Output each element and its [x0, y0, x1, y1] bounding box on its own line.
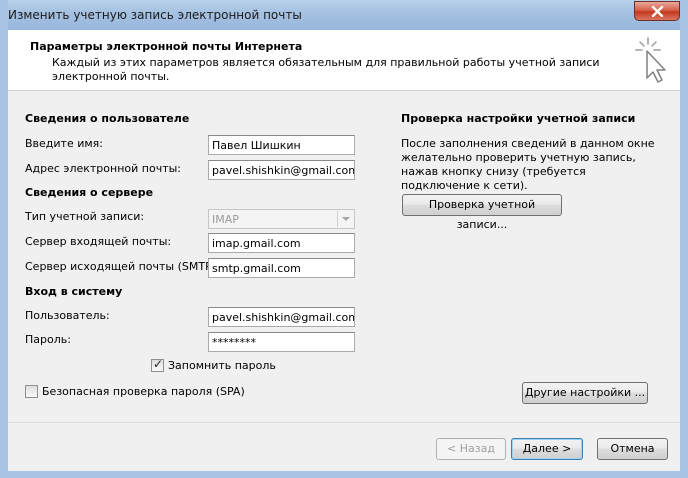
wizard-footer: < Назад Далее > Отмена	[8, 422, 680, 471]
account-type-select: IMAP	[208, 209, 355, 229]
outgoing-server-input[interactable]: smtp.gmail.com	[208, 258, 355, 278]
test-account-button[interactable]: Проверка учетной записи...	[402, 194, 562, 231]
wizard-header: Параметры электронной почты Интернета Ка…	[8, 30, 680, 91]
outgoing-server-label: Сервер исходящей почты (SMTP):	[25, 260, 220, 273]
header-description: Каждый из этих параметров является обяза…	[52, 56, 600, 83]
chevron-down-icon	[337, 211, 353, 227]
spa-label[interactable]: Безопасная проверка пароля (SPA)	[42, 385, 245, 398]
more-settings-button[interactable]: Другие настройки ...	[522, 382, 648, 404]
password-label: Пароль:	[25, 333, 71, 346]
remember-password-checkbox[interactable]	[151, 357, 164, 372]
name-input[interactable]: Павел Шишкин	[208, 135, 355, 155]
account-type-value: IMAP	[212, 213, 239, 226]
back-button[interactable]: < Назад	[436, 438, 506, 460]
server-info-heading: Сведения о сервере	[25, 186, 154, 199]
login-heading: Вход в систему	[25, 285, 123, 298]
email-input[interactable]: pavel.shishkin@gmail.com	[208, 160, 355, 180]
username-label: Пользователь:	[25, 309, 110, 322]
account-type-label: Тип учетной записи:	[25, 210, 145, 223]
window-frame-bottom	[0, 470, 688, 478]
window-title: Изменить учетную запись электронной почт…	[8, 8, 302, 22]
window-frame-left	[0, 0, 8, 478]
username-input[interactable]: pavel.shishkin@gmail.com	[208, 307, 355, 327]
spa-checkbox[interactable]	[25, 385, 38, 398]
email-label: Адрес электронной почты:	[25, 162, 182, 175]
remember-password-label[interactable]: Запомнить пароль	[168, 359, 276, 372]
incoming-server-input[interactable]: imap.gmail.com	[208, 233, 355, 253]
close-button[interactable]	[634, 1, 680, 21]
next-button[interactable]: Далее >	[511, 438, 583, 460]
window-frame-right	[680, 0, 688, 478]
cancel-button[interactable]: Отмена	[597, 438, 668, 460]
password-input[interactable]: ********	[208, 332, 355, 352]
user-info-heading: Сведения о пользователе	[25, 112, 190, 125]
wizard-body: Сведения о пользователе Введите имя: Пав…	[8, 91, 680, 422]
test-settings-description: После заполнения сведений в данном окне …	[401, 137, 655, 192]
incoming-server-label: Сервер входящей почты:	[25, 235, 172, 248]
close-icon	[651, 6, 664, 17]
header-title: Параметры электронной почты Интернета	[30, 40, 303, 53]
cursor-sparkle-icon	[635, 37, 666, 83]
title-bar: Изменить учетную запись электронной почт…	[0, 0, 688, 31]
test-settings-heading: Проверка настройки учетной записи	[401, 112, 636, 125]
name-label: Введите имя:	[25, 137, 103, 150]
